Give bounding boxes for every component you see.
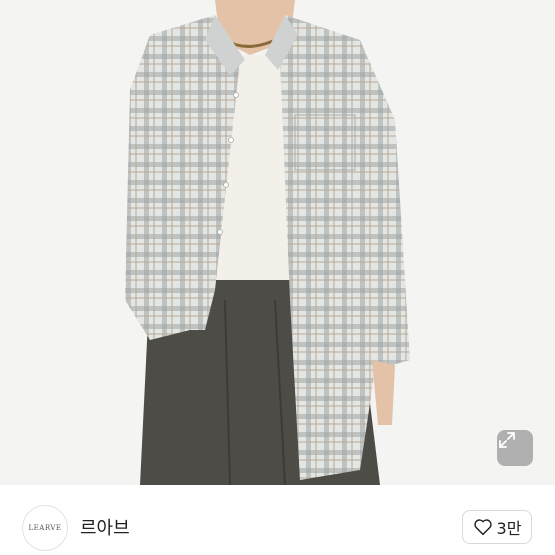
like-button[interactable]: 3만	[462, 510, 532, 544]
heart-outline-icon	[473, 519, 492, 536]
product-photo[interactable]	[0, 0, 555, 485]
expand-arrows-icon	[499, 432, 515, 448]
store-name[interactable]: 르아브	[80, 514, 130, 540]
store-logo[interactable]: LEARVE	[22, 505, 68, 551]
like-count: 3만	[496, 519, 522, 538]
model-illustration	[125, 0, 410, 485]
expand-image-button[interactable]	[497, 430, 533, 466]
store-logo-text: LEARVE	[28, 524, 62, 532]
